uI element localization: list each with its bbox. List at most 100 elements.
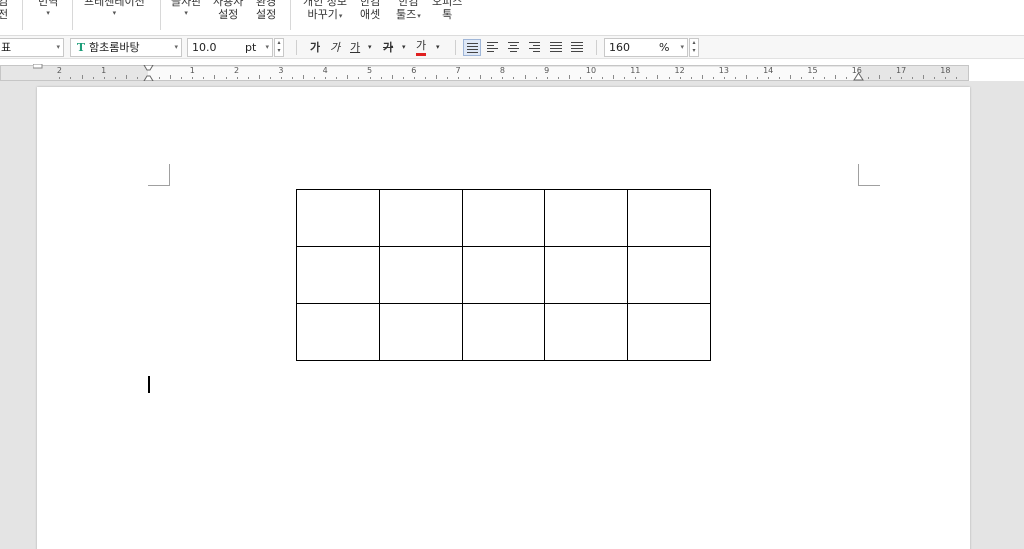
table-cell[interactable] xyxy=(461,303,546,361)
hancom-tools-button[interactable]: 한컴 툴즈▾ xyxy=(396,0,421,23)
tab-marker-icon xyxy=(33,64,43,69)
presentation-button[interactable]: 프레젠테이션 ▾ xyxy=(84,0,145,18)
zoom-select[interactable]: 160 % ▾ xyxy=(604,38,688,57)
translate-button[interactable]: 번역 ▾ xyxy=(38,0,58,18)
ruler-tick xyxy=(458,77,460,79)
ruler-tick xyxy=(746,75,748,79)
ruler-number: 11 xyxy=(630,66,641,75)
table-cell[interactable] xyxy=(544,303,629,361)
table-cell[interactable] xyxy=(296,246,380,304)
ruler-tick xyxy=(579,77,581,79)
ruler-tick xyxy=(923,75,925,79)
chevron-down-icon[interactable]: ▾ xyxy=(436,39,440,56)
ruler-tick xyxy=(225,77,227,79)
horizontal-ruler[interactable]: 2 1 1 2 3 4 5 6 7 8 9 10 11 12 13 14 15 16 17 18 xyxy=(0,64,969,84)
chevron-down-icon[interactable]: ▾ xyxy=(402,39,406,56)
style-select[interactable]: 표 ▾ xyxy=(0,38,64,57)
ruler-number: 18 xyxy=(940,66,951,75)
typing-board-button[interactable]: 글자판 ▾ xyxy=(171,0,201,18)
ruler-number: 8 xyxy=(499,66,505,75)
margin-corner-top-left xyxy=(148,164,170,186)
ruler-tick xyxy=(679,77,681,79)
ruler-tick xyxy=(203,77,205,79)
text-color-button[interactable]: 가 xyxy=(416,39,427,56)
document-area[interactable] xyxy=(0,81,1024,549)
ruler-tick xyxy=(535,77,537,79)
ruler-tick xyxy=(159,77,161,79)
font-select[interactable]: T 함초롬바탕 ▾ xyxy=(70,38,182,57)
ruler-tick xyxy=(247,77,249,79)
ruler-tick xyxy=(314,77,316,79)
strikethrough-button[interactable]: 가 xyxy=(383,39,393,56)
ruler-number: 7 xyxy=(455,66,461,75)
hancom-asset-button[interactable]: 한컴 애셋 xyxy=(360,0,380,21)
table-cell[interactable] xyxy=(296,189,380,247)
ruler-tick xyxy=(524,75,526,79)
ruler-tick xyxy=(812,77,814,79)
table-row xyxy=(296,303,711,361)
table-cell[interactable] xyxy=(378,303,463,361)
document-page[interactable] xyxy=(37,87,970,549)
ruler-tick xyxy=(125,75,127,79)
privacy-change-button[interactable]: 개인 정보 바꾸기▾ xyxy=(303,0,347,23)
bold-button[interactable]: 가 xyxy=(310,39,320,56)
underline-button[interactable]: 가 xyxy=(350,39,360,56)
ruler-tick xyxy=(591,77,592,79)
table-cell[interactable] xyxy=(461,246,546,304)
table-cell[interactable] xyxy=(296,303,380,361)
chevron-down-icon: ▾ xyxy=(680,43,684,51)
dropdown-arrow-icon: ▾ xyxy=(417,12,421,20)
table-cell[interactable] xyxy=(544,246,629,304)
chevron-down-icon: ▾ xyxy=(56,43,60,51)
ruler-tick xyxy=(901,77,903,79)
ruler-tick xyxy=(380,77,382,79)
ruler-tick xyxy=(657,75,659,79)
ruler-number: 2 xyxy=(234,66,240,75)
ruler-tick xyxy=(280,77,282,79)
table-row xyxy=(296,189,711,247)
ruler-tick xyxy=(369,77,371,79)
table-cell[interactable] xyxy=(627,189,711,247)
align-left-button[interactable] xyxy=(484,39,502,56)
ruler-tick xyxy=(303,75,305,79)
office-tok-button[interactable]: 오피스 톡 xyxy=(432,0,462,21)
table-cell[interactable] xyxy=(378,246,463,304)
font-size-select[interactable]: 10.0 pt ▾ xyxy=(187,38,273,57)
ruler-tick xyxy=(336,77,338,79)
user-settings-button[interactable]: 사용자 설정 xyxy=(213,0,243,21)
ruler-number: 2 xyxy=(56,66,62,75)
dropdown-arrow-icon: ▾ xyxy=(338,12,343,20)
chevron-down-icon[interactable]: ▾ xyxy=(368,39,372,56)
ruler-tick xyxy=(269,77,271,79)
align-divide-button[interactable] xyxy=(568,39,586,56)
font-value: 함초롬바탕 xyxy=(89,41,140,54)
align-right-button[interactable] xyxy=(526,39,544,56)
table-cell[interactable] xyxy=(627,303,711,361)
zoom-unit: % xyxy=(659,41,670,54)
ruler-tick xyxy=(723,77,725,79)
italic-button[interactable]: 가 xyxy=(330,39,340,56)
ruler-tick xyxy=(867,77,869,79)
ruler-tick xyxy=(646,77,648,79)
table-cell[interactable] xyxy=(627,246,711,304)
ruler-number: 5 xyxy=(366,66,373,75)
document-table[interactable] xyxy=(296,189,711,361)
align-distribute-button[interactable] xyxy=(547,39,565,56)
table-cell[interactable] xyxy=(378,189,463,247)
margin-corner-top-right xyxy=(858,164,880,186)
env-settings-button[interactable]: 환경 설정 xyxy=(256,0,276,21)
ruler-number: 4 xyxy=(322,66,328,75)
ruler-tick xyxy=(347,75,349,79)
ruler-tick xyxy=(890,77,892,79)
ruler-tick xyxy=(912,77,914,79)
ribbon-item-left-cut[interactable]: 컴 전 xyxy=(0,0,8,21)
ruler-tick xyxy=(480,75,482,79)
zoom-value: 160 xyxy=(609,41,630,54)
table-cell[interactable] xyxy=(544,189,629,247)
align-justify-button[interactable] xyxy=(463,39,481,56)
zoom-spinner[interactable]: ▴ ▾ xyxy=(689,38,699,57)
align-center-button[interactable] xyxy=(505,39,523,56)
ruler-tick xyxy=(92,77,94,79)
font-size-spinner[interactable]: ▴ ▾ xyxy=(274,38,284,57)
table-cell[interactable] xyxy=(461,189,546,247)
